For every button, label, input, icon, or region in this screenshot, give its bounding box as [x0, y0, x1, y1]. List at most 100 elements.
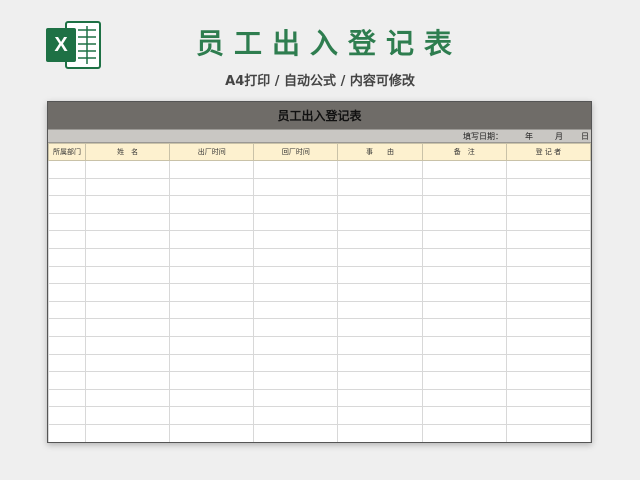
table-cell[interactable] [84, 388, 171, 408]
table-cell[interactable] [84, 212, 171, 232]
table-cell[interactable] [253, 195, 339, 214]
table-cell[interactable] [48, 388, 86, 408]
table-cell[interactable] [169, 318, 255, 337]
table-cell[interactable] [421, 160, 507, 179]
table-cell[interactable] [84, 265, 171, 285]
table-cell[interactable] [337, 265, 423, 285]
table-cell[interactable] [48, 265, 86, 285]
table-cell[interactable] [169, 283, 255, 302]
table-cell[interactable] [253, 318, 339, 337]
table-cell[interactable] [169, 371, 255, 390]
table-cell[interactable] [169, 230, 255, 249]
table-cell[interactable] [505, 195, 591, 214]
table-cell[interactable] [421, 371, 507, 390]
table-cell[interactable] [48, 160, 86, 179]
table-cell[interactable] [84, 247, 171, 267]
table-cell[interactable] [169, 388, 255, 408]
table-cell[interactable] [505, 177, 591, 197]
table-cell[interactable] [169, 300, 255, 320]
table-cell[interactable] [421, 195, 507, 214]
table-cell[interactable] [169, 423, 255, 442]
table-cell[interactable] [169, 195, 255, 214]
table-cell[interactable] [505, 265, 591, 285]
table-cell[interactable] [337, 371, 423, 390]
table-cell[interactable] [84, 283, 171, 302]
table-cell[interactable] [337, 230, 423, 249]
table-cell[interactable] [48, 212, 86, 232]
table-cell[interactable] [48, 423, 86, 442]
table-cell[interactable] [48, 318, 86, 337]
table-cell[interactable] [421, 300, 507, 320]
table-cell[interactable] [337, 300, 423, 320]
table-cell[interactable] [337, 423, 423, 442]
table-cell[interactable] [337, 283, 423, 302]
table-cell[interactable] [421, 212, 507, 232]
table-cell[interactable] [84, 335, 171, 355]
table-cell[interactable] [84, 160, 171, 179]
table-cell[interactable] [84, 318, 171, 337]
table-cell[interactable] [253, 212, 339, 232]
table-cell[interactable] [253, 300, 339, 320]
table-cell[interactable] [505, 423, 591, 442]
table-cell[interactable] [337, 406, 423, 425]
table-cell[interactable] [48, 300, 86, 320]
table-cell[interactable] [84, 423, 171, 442]
table-cell[interactable] [84, 177, 171, 197]
table-cell[interactable] [337, 335, 423, 355]
table-cell[interactable] [337, 388, 423, 408]
table-cell[interactable] [253, 353, 339, 373]
table-cell[interactable] [48, 247, 86, 267]
table-cell[interactable] [337, 160, 423, 179]
table-cell[interactable] [421, 283, 507, 302]
table-cell[interactable] [337, 353, 423, 373]
table-cell[interactable] [253, 335, 339, 355]
table-cell[interactable] [253, 230, 339, 249]
table-cell[interactable] [505, 318, 591, 337]
table-cell[interactable] [169, 353, 255, 373]
table-cell[interactable] [505, 160, 591, 179]
table-cell[interactable] [169, 247, 255, 267]
table-cell[interactable] [48, 406, 86, 425]
table-cell[interactable] [84, 300, 171, 320]
table-cell[interactable] [253, 423, 339, 442]
table-cell[interactable] [505, 353, 591, 373]
table-cell[interactable] [253, 160, 339, 179]
table-cell[interactable] [337, 212, 423, 232]
table-cell[interactable] [48, 353, 86, 373]
table-cell[interactable] [253, 265, 339, 285]
table-cell[interactable] [421, 406, 507, 425]
table-cell[interactable] [421, 423, 507, 442]
table-cell[interactable] [337, 247, 423, 267]
table-cell[interactable] [253, 388, 339, 408]
table-cell[interactable] [84, 353, 171, 373]
table-cell[interactable] [505, 283, 591, 302]
table-cell[interactable] [48, 230, 86, 249]
table-cell[interactable] [505, 300, 591, 320]
table-cell[interactable] [253, 177, 339, 197]
table-cell[interactable] [421, 177, 507, 197]
table-cell[interactable] [337, 195, 423, 214]
table-cell[interactable] [421, 230, 507, 249]
table-cell[interactable] [169, 160, 255, 179]
table-cell[interactable] [169, 406, 255, 425]
table-cell[interactable] [48, 177, 86, 197]
table-cell[interactable] [421, 353, 507, 373]
table-cell[interactable] [421, 335, 507, 355]
table-cell[interactable] [337, 177, 423, 197]
table-cell[interactable] [337, 318, 423, 337]
table-cell[interactable] [48, 195, 86, 214]
table-cell[interactable] [505, 230, 591, 249]
table-cell[interactable] [505, 247, 591, 267]
table-cell[interactable] [421, 265, 507, 285]
table-cell[interactable] [505, 335, 591, 355]
table-cell[interactable] [253, 247, 339, 267]
table-cell[interactable] [84, 195, 171, 214]
table-cell[interactable] [505, 388, 591, 408]
table-cell[interactable] [48, 335, 86, 355]
table-cell[interactable] [421, 247, 507, 267]
table-cell[interactable] [421, 318, 507, 337]
table-cell[interactable] [84, 406, 171, 425]
table-cell[interactable] [505, 212, 591, 232]
table-cell[interactable] [48, 283, 86, 302]
table-cell[interactable] [84, 230, 171, 249]
